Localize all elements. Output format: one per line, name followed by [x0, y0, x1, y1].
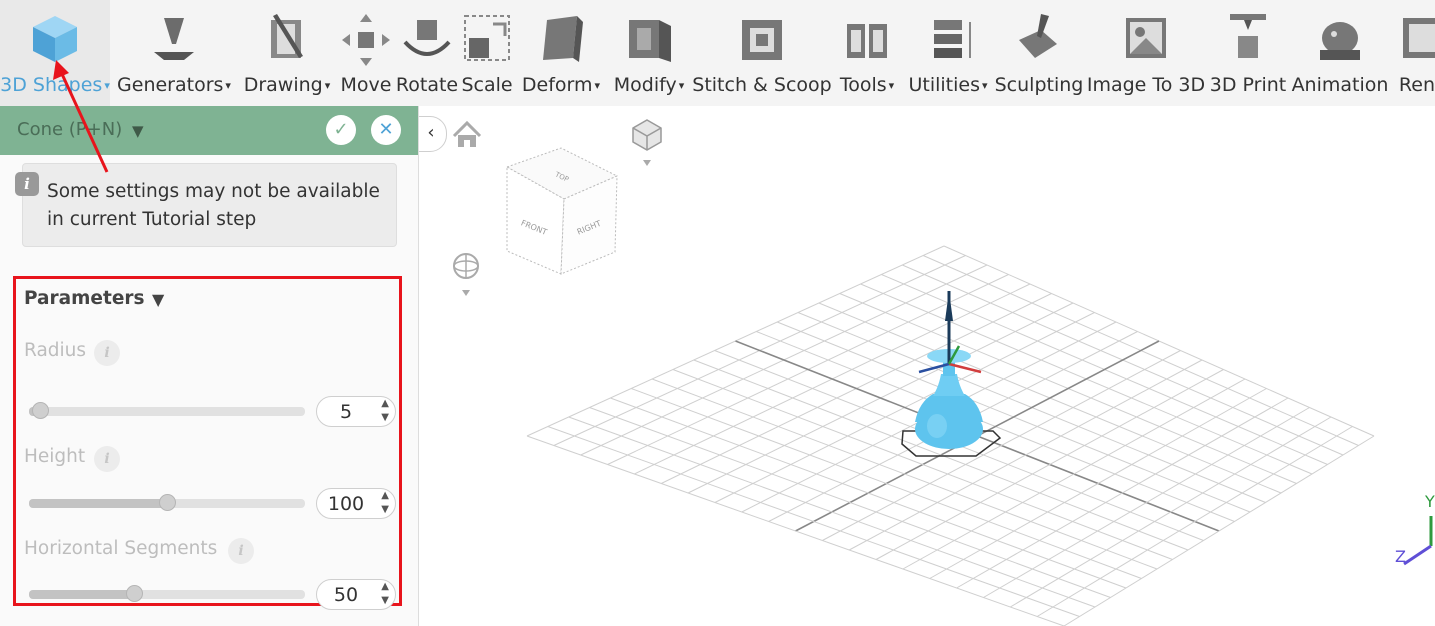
horizontal-segments-slider[interactable]: [29, 585, 305, 602]
grid-line: [1010, 416, 1332, 608]
spinner-down-icon[interactable]: ▼: [381, 412, 389, 424]
number-value[interactable]: 5: [317, 401, 375, 423]
toolbar-item-label: Rend: [1398, 74, 1435, 96]
parameters-title: Parameters: [24, 288, 145, 309]
toolbar-item-tools[interactable]: Tools ▾: [833, 0, 901, 106]
close-icon: ✕: [378, 119, 394, 140]
info-icon[interactable]: i: [94, 446, 120, 472]
animation-icon: [1312, 10, 1368, 66]
radius-number-input[interactable]: 5 ▲ ▼: [316, 396, 396, 427]
param-label: Radius: [24, 340, 87, 361]
view-mode-icon[interactable]: [632, 119, 662, 166]
horizontal-segments-number-input[interactable]: 50 ▲ ▼: [316, 579, 396, 610]
check-icon: ✓: [333, 119, 349, 140]
3d-print-icon: [1220, 10, 1276, 66]
stitch-scoop-icon: [734, 10, 790, 66]
tutorial-notice: i Some settings may not be available in …: [15, 163, 397, 247]
toolbar-item-stitch-scoop[interactable]: Stitch & Scoop: [692, 0, 832, 106]
slider-thumb[interactable]: [32, 402, 50, 419]
cube-icon: [27, 10, 83, 66]
main-toolbar: 3D Shapes ▾ Generators ▾ Drawing ▾ Move Rotate S…: [0, 0, 1435, 107]
height-slider[interactable]: [29, 494, 305, 511]
toolbar-item-animation[interactable]: Animation: [1291, 0, 1389, 106]
toolbar-item-label: Image To 3D: [1086, 74, 1206, 96]
home-icon[interactable]: [452, 120, 482, 147]
toolbar-item-generators[interactable]: Generators ▾: [112, 0, 236, 106]
drawing-icon: [259, 10, 315, 66]
3d-viewport[interactable]: ‹ TOP FRONT RIGHT Y Z: [419, 106, 1435, 626]
notice-text: Some settings may not be available in cu…: [47, 181, 380, 230]
toolbar-item-drawing[interactable]: Drawing ▾: [238, 0, 336, 106]
scale-icon: [459, 10, 515, 66]
grid-line: [568, 416, 1096, 608]
toolbar-item-deform[interactable]: Deform ▾: [516, 0, 606, 106]
panel-header: Cone (P+N) ▼ ✓ ✕: [0, 106, 418, 155]
grid-line: [526, 435, 1065, 626]
toolbar-item-label: Generators ▾: [117, 74, 231, 96]
radius-slider[interactable]: [29, 402, 305, 419]
param-label: Horizontal Segments: [24, 538, 218, 559]
param-label: Height: [24, 446, 86, 467]
toolbar-item-label: Stitch & Scoop: [692, 74, 832, 96]
toolbar-item-rotate[interactable]: Rotate: [396, 0, 458, 106]
grid-line: [983, 407, 1310, 598]
sculpting-icon: [1011, 10, 1067, 66]
slider-thumb[interactable]: [125, 585, 143, 602]
info-icon[interactable]: i: [228, 538, 254, 564]
spinner-up-icon[interactable]: ▲: [381, 490, 389, 502]
tools-icon: [839, 10, 895, 66]
render-icon: [1395, 10, 1435, 66]
move-icon: [338, 10, 394, 66]
axis-y-label: Y: [1424, 492, 1435, 511]
viewport-canvas: TOP FRONT RIGHT Y Z: [452, 119, 1435, 626]
view-cube[interactable]: TOP FRONT RIGHT: [505, 147, 619, 275]
toolbar-item-image-to-3d[interactable]: Image To 3D: [1086, 0, 1206, 106]
toolbar-item-utilities[interactable]: Utilities ▾: [904, 0, 992, 106]
grid-line: [547, 426, 1080, 617]
spinner-up-icon[interactable]: ▲: [381, 398, 389, 410]
generator-icon: [146, 10, 202, 66]
properties-panel: Cone (P+N) ▼ ✓ ✕ i Some settings may not…: [0, 106, 419, 626]
rotate-icon: [399, 10, 455, 66]
modify-icon: [621, 10, 677, 66]
slider-fill: [29, 590, 134, 599]
toolbar-item-rend[interactable]: Rend: [1393, 0, 1435, 106]
spinner-down-icon[interactable]: ▼: [381, 504, 389, 516]
info-icon[interactable]: i: [94, 340, 120, 366]
info-icon: i: [15, 172, 39, 196]
toolbar-item-sculpting[interactable]: Sculpting: [994, 0, 1084, 106]
number-value[interactable]: 100: [317, 493, 375, 515]
parameters-section: Parameters ▼ Radius i 5 ▲ ▼ Height i 100…: [13, 276, 402, 610]
grid-line: [1063, 435, 1375, 626]
toolbar-item-3d-shapes[interactable]: 3D Shapes ▾: [0, 0, 110, 106]
cancel-button[interactable]: ✕: [371, 115, 401, 145]
height-number-input[interactable]: 100 ▲ ▼: [316, 488, 396, 519]
image-to-3d-icon: [1118, 10, 1174, 66]
number-value[interactable]: 50: [317, 584, 375, 606]
grid-line: [1036, 426, 1353, 617]
axis-triad: Y Z: [1395, 492, 1435, 566]
slider-fill: [29, 499, 167, 508]
orbit-icon[interactable]: [453, 253, 479, 296]
spinner-down-icon[interactable]: ▼: [381, 595, 389, 607]
toolbar-item-3d-print[interactable]: 3D Print: [1208, 0, 1288, 106]
panel-title: Cone (P+N): [17, 119, 123, 140]
slider-thumb[interactable]: [159, 494, 176, 511]
utilities-icon: [920, 10, 976, 66]
spinner-up-icon[interactable]: ▲: [381, 581, 389, 593]
deform-icon: [533, 10, 589, 66]
toolbar-item-modify[interactable]: Modify ▾: [608, 0, 690, 106]
axis-z-label: Z: [1395, 547, 1406, 566]
parameters-caret-icon[interactable]: ▼: [152, 290, 164, 309]
transform-gizmo[interactable]: [918, 291, 982, 374]
confirm-button[interactable]: ✓: [326, 115, 356, 145]
toolbar-item-label: Animation: [1291, 74, 1389, 96]
panel-collapse-caret-icon[interactable]: ▼: [132, 122, 144, 140]
